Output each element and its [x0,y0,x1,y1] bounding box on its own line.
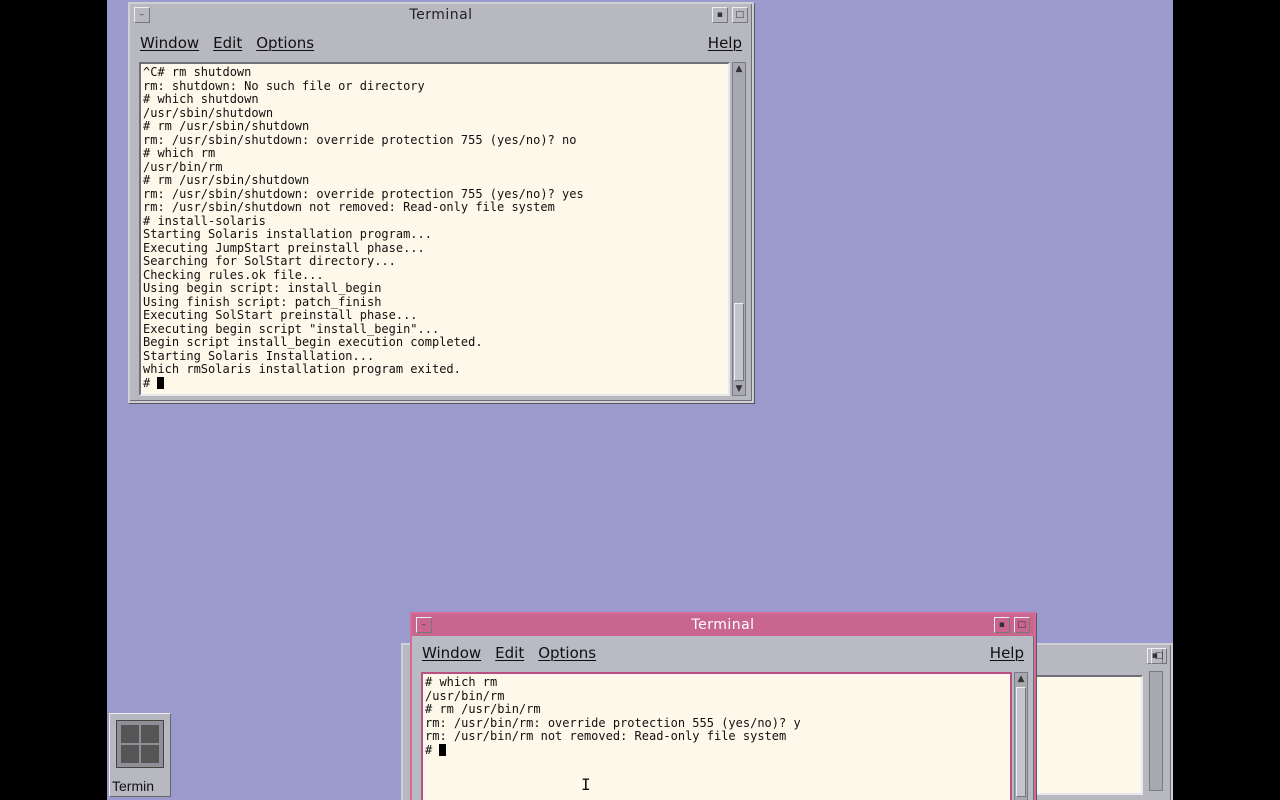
maximize-button[interactable]: □ [1151,648,1167,664]
scroll-down-arrow-icon[interactable]: ▼ [733,383,745,395]
terminal-prompt-line: # [425,742,1010,758]
minimize-button[interactable]: ▪ [994,617,1010,633]
terminal-line: Using begin script: install_begin [143,281,382,295]
terminal-line: /usr/bin/rm [143,159,223,174]
window-titlebar[interactable]: – Terminal ▪ □ [412,614,1034,636]
terminal-line: rm: /usr/sbin/shutdown not removed: Read… [143,200,555,214]
text-cursor-icon: I [581,775,591,794]
terminal-line: rm: /usr/sbin/shutdown: override protect… [143,132,577,147]
terminal-line: Begin script install_begin execution com… [143,335,483,349]
menu-options[interactable]: Options [538,644,596,662]
terminal-line: # rm /usr/sbin/shutdown [143,173,310,187]
terminal-line: rm: /usr/sbin/shutdown: override protect… [143,186,584,201]
window-title: Terminal [409,7,473,23]
terminal-line: # which shutdown [143,92,259,106]
terminal-text-area[interactable]: ^C# rm shutdown rm: shutdown: No such fil… [139,62,730,396]
scroll-thumb[interactable] [734,303,744,381]
desktop: ▪ □ – Terminal ▪ □ Window Edit Options H… [107,0,1173,800]
terminal-desktop-icon[interactable]: Termin [109,713,171,797]
terminal-line: rm: /usr/bin/rm not removed: Read-only f… [425,729,787,743]
menu-help[interactable]: Help [990,644,1024,662]
vertical-scrollbar[interactable]: ▲ [1014,672,1028,800]
menu-help[interactable]: Help [708,34,742,52]
prompt-text: # [143,375,158,390]
terminal-line: rm: /usr/bin/rm: override protection 555… [425,715,801,730]
window-titlebar[interactable]: – Terminal ▪ □ [130,4,752,26]
scroll-up-arrow-icon[interactable]: ▲ [733,63,745,75]
terminal-line: Starting Solaris installation program... [143,227,432,241]
terminal-line: Searching for SolStart directory... [143,254,396,268]
text-cursor-block [439,743,447,756]
terminal-line: Using finish script: patch_finish [143,294,382,309]
terminal-line: Executing JumpStart preinstall phase... [143,240,425,255]
vertical-scrollbar[interactable]: ▲ ▼ [732,62,746,396]
terminal-line: /usr/sbin/shutdown [143,105,274,120]
scroll-thumb[interactable] [1016,687,1026,797]
maximize-button[interactable]: □ [732,7,748,23]
terminal-window-top[interactable]: – Terminal ▪ □ Window Edit Options Help … [128,2,754,403]
text-cursor-block [157,376,165,389]
terminal-line: Starting Solaris Installation... [143,348,375,363]
window-menu-button[interactable]: – [416,617,432,633]
window-title: Terminal [691,617,755,633]
background-terminal-text[interactable] [1023,675,1143,795]
terminal-line: Executing SolStart preinstall phase... [143,308,418,322]
terminal-line: ^C# rm shutdown [143,65,252,79]
minimize-button[interactable]: ▪ [712,7,728,23]
terminal-icon [116,720,164,768]
prompt-text: # [425,742,440,757]
terminal-line: Executing begin script "install_begin"..… [143,321,440,336]
terminal-prompt-line: # [143,375,728,391]
terminal-line: which rmSolaris installation program exi… [143,362,461,376]
terminal-line: # rm /usr/bin/rm [425,702,541,716]
maximize-button[interactable]: □ [1014,617,1030,633]
terminal-line: # install-solaris [143,213,266,228]
menubar: Window Edit Options Help [422,640,1024,666]
menu-edit[interactable]: Edit [213,34,242,52]
scroll-up-arrow-icon[interactable]: ▲ [1015,673,1027,685]
terminal-window-bottom[interactable]: – Terminal ▪ □ Window Edit Options Help … [410,612,1036,800]
icon-label: Termin [112,778,155,794]
terminal-line: # which rm [143,146,216,160]
background-scrollbar[interactable] [1149,671,1163,791]
terminal-line: rm: shutdown: No such file or directory [143,78,425,93]
menu-window[interactable]: Window [140,34,199,52]
terminal-line: /usr/bin/rm [425,688,505,703]
menubar: Window Edit Options Help [140,30,742,56]
menu-window[interactable]: Window [422,644,481,662]
menu-options[interactable]: Options [256,34,314,52]
terminal-line: Checking rules.ok file... [143,267,324,282]
terminal-text-area[interactable]: # which rm/usr/bin/rm # rm /usr/bin/rm rm:… [421,672,1012,800]
window-menu-button[interactable]: – [134,7,150,23]
terminal-line: # rm /usr/sbin/shutdown [143,119,310,133]
terminal-line: # which rm [425,675,498,689]
menu-edit[interactable]: Edit [495,644,524,662]
